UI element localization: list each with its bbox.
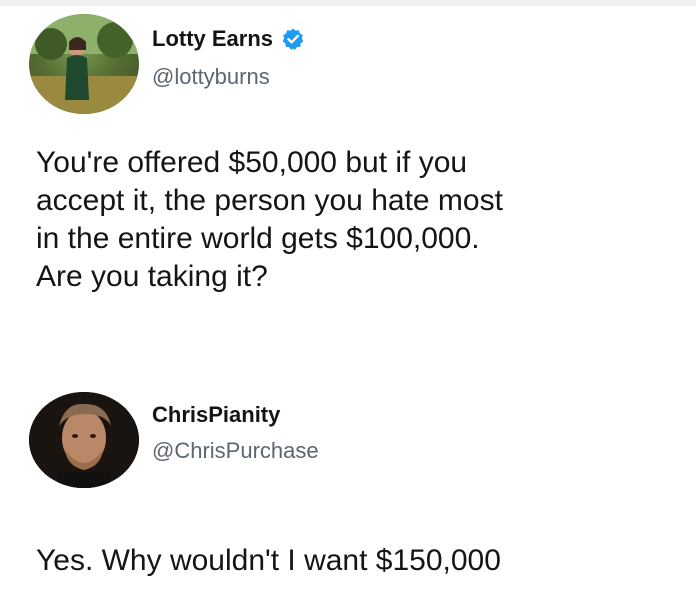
verified-badge-icon xyxy=(282,28,304,50)
display-name[interactable]: ChrisPianity xyxy=(152,402,280,428)
name-row: Lotty Earns xyxy=(152,26,305,52)
top-border xyxy=(0,0,696,6)
tweet-text: You're offered $50,000 but if you accept… xyxy=(36,146,503,293)
avatar-photo-icon xyxy=(29,392,139,488)
handle[interactable]: @ChrisPurchase xyxy=(152,438,319,464)
handle[interactable]: @lottyburns xyxy=(152,64,270,90)
screenshot: { "tweets": [ { "display_name": "Lotty E… xyxy=(0,0,696,600)
avatar-photo-icon xyxy=(29,14,139,114)
avatar[interactable] xyxy=(29,392,139,488)
display-name[interactable]: Lotty Earns xyxy=(152,26,273,52)
avatar[interactable] xyxy=(29,14,139,114)
tweet-text: Yes. Why wouldn't I want $150,000 xyxy=(36,544,501,577)
name-row: ChrisPianity xyxy=(152,402,280,428)
